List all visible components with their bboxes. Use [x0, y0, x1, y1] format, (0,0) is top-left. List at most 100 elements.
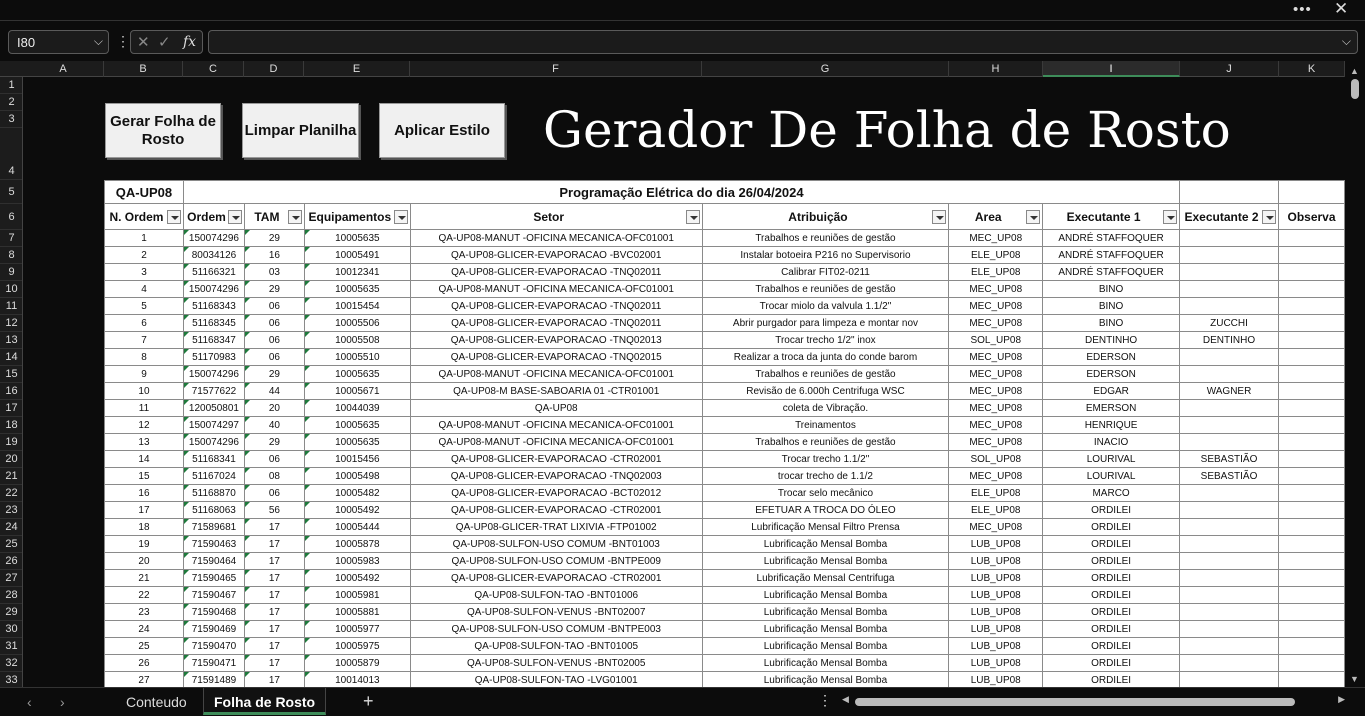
- table-cell[interactable]: DENTINHO: [1042, 331, 1181, 349]
- table-cell[interactable]: [1179, 501, 1279, 519]
- table-cell[interactable]: 10005635: [303, 280, 411, 298]
- table-cell[interactable]: 06: [243, 331, 305, 349]
- scroll-left-icon[interactable]: ◀: [842, 694, 849, 705]
- table-cell[interactable]: 6: [104, 314, 184, 332]
- table-cell[interactable]: Lubrificação Mensal Bomba: [701, 552, 950, 570]
- table-cell[interactable]: ORDILEI: [1042, 637, 1181, 655]
- row-header-8[interactable]: 8: [0, 247, 22, 264]
- table-cell[interactable]: [1179, 484, 1279, 502]
- table-cell[interactable]: LUB_UP08: [948, 569, 1044, 587]
- table-cell[interactable]: 25: [104, 637, 184, 655]
- table-cell[interactable]: EDGAR: [1042, 382, 1181, 400]
- table-cell[interactable]: [1179, 654, 1279, 672]
- table-cell[interactable]: 10005977: [303, 620, 411, 638]
- table-cell[interactable]: 11: [104, 399, 184, 417]
- row-header-3[interactable]: 3: [0, 111, 22, 128]
- table-cell[interactable]: 71590463: [182, 535, 245, 553]
- table-cell[interactable]: [1179, 348, 1279, 366]
- table-cell[interactable]: 17: [104, 501, 184, 519]
- table-cell[interactable]: LUB_UP08: [948, 535, 1044, 553]
- table-cell[interactable]: 150074297: [182, 416, 245, 434]
- table-cell[interactable]: MEC_UP08: [948, 467, 1044, 485]
- table-cell[interactable]: 15: [104, 467, 184, 485]
- table-cell[interactable]: QA-UP08-GLICER-EVAPORACAO -TNQ02013: [409, 331, 703, 349]
- table-cell[interactable]: LUB_UP08: [948, 603, 1044, 621]
- row-header-10[interactable]: 10: [0, 281, 22, 298]
- column-title-cell[interactable]: Ordem: [182, 203, 245, 230]
- table-cell[interactable]: 51168345: [182, 314, 245, 332]
- column-title-cell[interactable]: Executante 1: [1042, 203, 1181, 230]
- table-cell[interactable]: 51168870: [182, 484, 245, 502]
- table-cell[interactable]: 06: [243, 484, 305, 502]
- table-cell[interactable]: 21: [104, 569, 184, 587]
- table-cell[interactable]: 10005881: [303, 603, 411, 621]
- table-cell[interactable]: ELE_UP08: [948, 263, 1044, 281]
- column-header-j[interactable]: J: [1180, 61, 1279, 77]
- table-cell[interactable]: LUB_UP08: [948, 654, 1044, 672]
- table-cell[interactable]: QA-UP08-MANUT -OFICINA MECANICA-OFC01001: [409, 433, 703, 451]
- table-cell[interactable]: Lubrificação Mensal Bomba: [701, 671, 950, 687]
- table-cell[interactable]: 150074296: [182, 433, 245, 451]
- column-title-cell[interactable]: Area: [948, 203, 1044, 230]
- table-cell[interactable]: [1278, 399, 1345, 417]
- table-cell[interactable]: 20: [243, 399, 305, 417]
- table-cell[interactable]: 17: [243, 654, 305, 672]
- table-cell[interactable]: 17: [243, 603, 305, 621]
- table-cell[interactable]: 16: [243, 246, 305, 264]
- table-cell[interactable]: 10015454: [303, 297, 411, 315]
- table-cell[interactable]: QA-UP08-GLICER-EVAPORACAO -BCT02012: [409, 484, 703, 502]
- table-cell[interactable]: Treinamentos: [701, 416, 950, 434]
- column-header-a[interactable]: A: [23, 61, 104, 77]
- table-cell[interactable]: QA-UP08-MANUT -OFICINA MECANICA-OFC01001: [409, 229, 703, 247]
- table-cell[interactable]: [1278, 416, 1345, 434]
- table-cell[interactable]: 10005671: [303, 382, 411, 400]
- table-cell[interactable]: 29: [243, 280, 305, 298]
- table-cell[interactable]: Lubrificação Mensal Bomba: [701, 620, 950, 638]
- table-cell[interactable]: [1278, 331, 1345, 349]
- table-cell[interactable]: 17: [243, 586, 305, 604]
- row-header-12[interactable]: 12: [0, 315, 22, 332]
- table-cell[interactable]: 10005635: [303, 433, 411, 451]
- table-cell[interactable]: 150074296: [182, 280, 245, 298]
- table-cell[interactable]: Lubrificação Mensal Bomba: [701, 586, 950, 604]
- table-cell[interactable]: MEC_UP08: [948, 399, 1044, 417]
- scroll-up-icon[interactable]: ▲: [1350, 66, 1359, 76]
- table-cell[interactable]: [1278, 433, 1345, 451]
- table-cell[interactable]: 10005498: [303, 467, 411, 485]
- table-cell[interactable]: QA-UP08-SULFON-VENUS -BNT02005: [409, 654, 703, 672]
- table-cell[interactable]: SEBASTIÃO: [1179, 467, 1279, 485]
- column-header-f[interactable]: F: [410, 61, 702, 77]
- table-cell[interactable]: QA-UP08-SULFON-USO COMUM -BNT01003: [409, 535, 703, 553]
- table-cell[interactable]: LUB_UP08: [948, 671, 1044, 687]
- table-cell[interactable]: QA-UP08-GLICER-EVAPORACAO -TNQ02011: [409, 297, 703, 315]
- table-cell[interactable]: DENTINHO: [1179, 331, 1279, 349]
- table-cell[interactable]: 17: [243, 552, 305, 570]
- table-cell[interactable]: [1179, 671, 1279, 687]
- filter-dropdown-icon[interactable]: [1026, 210, 1041, 224]
- table-cell[interactable]: 16: [104, 484, 184, 502]
- table-cell[interactable]: Lubrificação Mensal Bomba: [701, 603, 950, 621]
- filter-dropdown-icon[interactable]: [166, 210, 181, 224]
- table-cell[interactable]: 71590471: [182, 654, 245, 672]
- table-cell[interactable]: 71590464: [182, 552, 245, 570]
- table-cell[interactable]: [1179, 433, 1279, 451]
- table-cell[interactable]: Trabalhos e reuniões de gestão: [701, 433, 950, 451]
- table-cell[interactable]: 71590465: [182, 569, 245, 587]
- table-cell[interactable]: 5: [104, 297, 184, 315]
- scroll-right-icon[interactable]: ▶: [1338, 694, 1345, 705]
- table-cell[interactable]: ANDRÉ STAFFOQUER: [1042, 246, 1181, 264]
- table-cell[interactable]: EMERSON: [1042, 399, 1181, 417]
- row-header-30[interactable]: 30: [0, 621, 22, 638]
- table-cell[interactable]: ORDILEI: [1042, 654, 1181, 672]
- column-title-cell[interactable]: Setor: [409, 203, 703, 230]
- table-cell[interactable]: 23: [104, 603, 184, 621]
- horizontal-scrollbar[interactable]: ◀ ▶: [840, 694, 1345, 708]
- row-header-26[interactable]: 26: [0, 553, 22, 570]
- table-cell[interactable]: [1179, 586, 1279, 604]
- vertical-dots-icon[interactable]: ⋮: [116, 33, 130, 50]
- table-cell[interactable]: 71590467: [182, 586, 245, 604]
- table-cell[interactable]: 12: [104, 416, 184, 434]
- chevron-down-icon[interactable]: ⌵: [94, 34, 103, 49]
- table-cell[interactable]: LOURIVAL: [1042, 450, 1181, 468]
- row-header-17[interactable]: 17: [0, 400, 22, 417]
